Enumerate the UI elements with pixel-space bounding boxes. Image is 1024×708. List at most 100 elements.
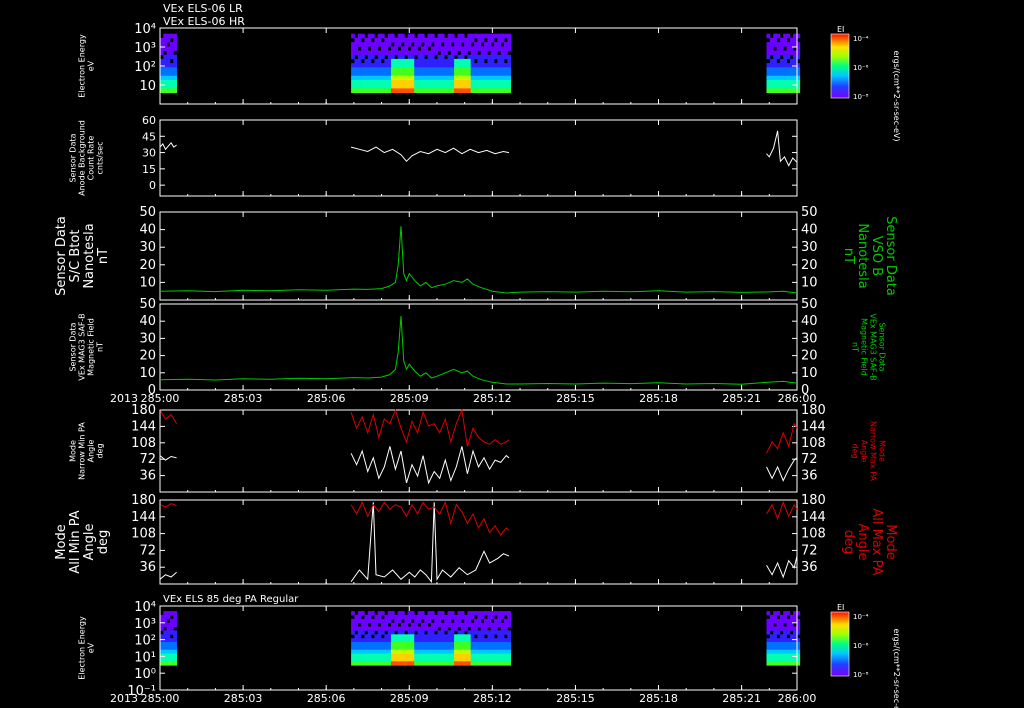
heatmap-cell	[457, 661, 462, 666]
heatmap-cell	[424, 634, 428, 639]
heatmap-cell	[160, 67, 164, 72]
ylabel-line: Angle	[87, 440, 96, 463]
heatmap-cell	[789, 634, 794, 639]
heatmap-cell	[387, 63, 392, 68]
heatmap-cell	[444, 67, 448, 72]
heatmap-cell	[374, 50, 379, 56]
heatmap-cell	[357, 642, 362, 647]
header-line-1: VEx ELS-06 LR	[163, 2, 243, 15]
heatmap-cell	[417, 84, 422, 89]
heatmap-cell	[477, 67, 482, 72]
heatmap-cell	[779, 46, 784, 51]
colorbar	[830, 611, 850, 677]
heatmap-cell	[374, 71, 379, 77]
p2-series-line	[159, 141, 177, 151]
heatmap-cell	[507, 630, 511, 635]
heatmap-cell	[477, 661, 482, 666]
heatmap-cell	[391, 611, 395, 616]
x-tick-label: 285:21	[722, 392, 761, 405]
heatmap-cell	[793, 642, 797, 647]
heatmap-cell	[430, 67, 435, 72]
heatmap-cell	[173, 653, 177, 658]
heatmap-cell	[404, 71, 408, 77]
heatmap-cell	[783, 63, 787, 68]
y-tick-label-right: 180	[801, 493, 826, 508]
ylabel-line: Count Rate	[87, 136, 96, 181]
heatmap-cell	[793, 54, 797, 60]
heatmap-cell	[371, 33, 375, 39]
heatmap-cell	[420, 645, 425, 651]
heatmap-cell	[773, 80, 777, 85]
heatmap-cell	[170, 649, 174, 654]
heatmap-cell	[354, 642, 359, 647]
heatmap-cell	[420, 71, 425, 77]
heatmap-cell	[793, 645, 797, 651]
heatmap-cell	[460, 46, 465, 51]
heatmap-cell	[773, 63, 777, 68]
heatmap-cell	[454, 37, 458, 43]
heatmap-cell	[371, 80, 375, 85]
heatmap-cell	[470, 75, 475, 81]
heatmap-cell	[430, 661, 435, 666]
heatmap-cell	[460, 642, 465, 647]
heatmap-cell	[447, 645, 452, 651]
heatmap-cell	[454, 63, 458, 68]
heatmap-cell	[484, 642, 488, 647]
heatmap-cell	[374, 80, 379, 85]
heatmap-cell	[434, 37, 438, 43]
heatmap-cell	[783, 54, 787, 60]
heatmap-cell	[160, 661, 164, 666]
heatmap-cell	[374, 614, 379, 620]
heatmap-cell	[487, 54, 492, 60]
heatmap-cell	[440, 37, 445, 43]
heatmap-cell	[401, 37, 405, 43]
heatmap-cell	[364, 71, 369, 77]
heatmap-cell	[417, 618, 422, 624]
heatmap-cell	[776, 638, 781, 643]
heatmap-cell	[417, 63, 422, 68]
heatmap-cell	[769, 618, 774, 624]
heatmap-cell	[507, 614, 511, 620]
heatmap-cell	[783, 42, 787, 47]
heatmap-cell	[166, 37, 171, 43]
heatmap-cell	[490, 75, 495, 81]
heatmap-cell	[424, 618, 428, 624]
heatmap-cell	[414, 71, 418, 77]
heatmap-cell	[769, 88, 774, 93]
heatmap-cell	[497, 42, 501, 47]
heatmap-cell	[351, 67, 355, 72]
heatmap-cell	[361, 71, 365, 77]
heatmap-cell	[387, 626, 392, 631]
ylabel-line: Sensor Data	[878, 322, 887, 371]
heatmap-cell	[773, 88, 777, 93]
heatmap-cell	[424, 622, 428, 627]
heatmap-cell	[371, 661, 375, 666]
heatmap-cell	[497, 33, 501, 39]
heatmap-cell	[384, 653, 388, 658]
heatmap-cell	[163, 71, 167, 77]
heatmap-cell	[361, 80, 365, 85]
heatmap-cell	[497, 630, 501, 635]
heatmap-cell	[407, 54, 412, 60]
heatmap-cell	[454, 653, 458, 658]
heatmap-cell	[460, 58, 465, 64]
y-tick-label: 36	[139, 560, 156, 575]
heatmap-cell	[170, 618, 174, 624]
heatmap-cell	[779, 622, 784, 627]
heatmap-cell	[766, 618, 771, 624]
y-tick-label: 60	[142, 114, 156, 127]
heatmap-cell	[414, 58, 418, 64]
heatmap-cell	[163, 653, 167, 658]
heatmap-cell	[364, 638, 369, 643]
heatmap-cell	[460, 645, 465, 651]
heatmap-cell	[480, 642, 485, 647]
heatmap-cell	[434, 638, 438, 643]
heatmap-cell	[170, 622, 174, 627]
heatmap-cell	[474, 618, 478, 624]
heatmap-cell	[381, 88, 385, 93]
heatmap-cell	[447, 37, 452, 43]
ylabel-line: Anode Background	[78, 120, 87, 196]
heatmap-cell	[793, 88, 797, 93]
heatmap-cell	[377, 611, 382, 616]
heatmap-cell	[769, 653, 774, 658]
